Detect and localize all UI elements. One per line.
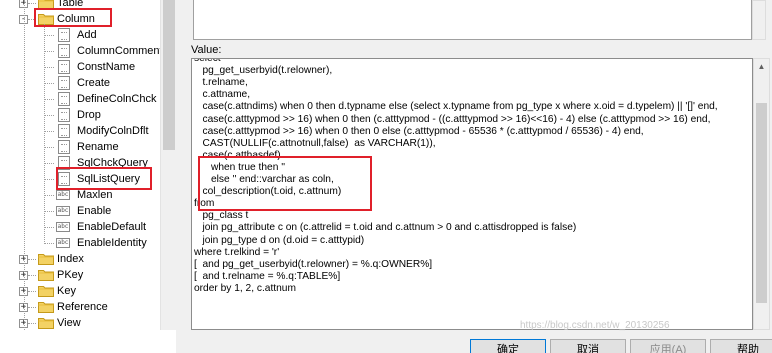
highlight-sqllistquery bbox=[56, 167, 152, 190]
code-line: join pg_type d on (d.oid = c.atttypid) bbox=[194, 234, 365, 246]
tree-item-label: ColumnComment bbox=[77, 45, 163, 57]
tree-item-label: View bbox=[57, 317, 81, 329]
tree-connector bbox=[28, 275, 36, 276]
tree-connector bbox=[44, 131, 54, 132]
code-line: pg_class t bbox=[194, 210, 249, 222]
code-line: case(c.attndims) when 0 then d.typname e… bbox=[194, 101, 718, 113]
document-icon bbox=[58, 124, 70, 138]
code-line: order by 1, 2, c.attnum bbox=[194, 282, 296, 294]
tree-item-label: DefineColnChck bbox=[77, 93, 157, 105]
tree-connector bbox=[28, 259, 36, 260]
folder-icon bbox=[38, 269, 54, 281]
document-icon bbox=[58, 44, 70, 58]
tree-scrollbar-thumb[interactable] bbox=[163, 0, 175, 150]
tree-connector bbox=[44, 163, 54, 164]
value-scrollbar-thumb[interactable] bbox=[756, 103, 767, 303]
tree-item-label: ModifyColnDflt bbox=[77, 125, 149, 137]
document-icon bbox=[58, 140, 70, 154]
tree-item-label: Key bbox=[57, 285, 76, 297]
ok-button[interactable]: 确定 bbox=[470, 339, 546, 353]
text-property-icon: abc bbox=[56, 190, 70, 200]
tree-item-label: Index bbox=[57, 253, 84, 265]
watermark: https://blog.csdn.net/w_20130256 bbox=[520, 320, 670, 331]
folder-icon bbox=[38, 253, 54, 265]
tree-connector bbox=[28, 323, 36, 324]
code-line: CAST(NULLIF(c.attnotnull,false) as VARCH… bbox=[194, 137, 436, 149]
tree-connector bbox=[28, 291, 36, 292]
code-line: c.attname, bbox=[194, 89, 251, 101]
tree-connector bbox=[44, 67, 54, 68]
tree-connector bbox=[44, 35, 54, 36]
tree-item-label: PKey bbox=[57, 269, 84, 281]
folder-icon bbox=[38, 285, 54, 297]
value-label: Value: bbox=[191, 44, 222, 56]
tree-connector bbox=[44, 195, 54, 196]
document-icon bbox=[58, 28, 70, 42]
tree-connector bbox=[28, 3, 36, 4]
tree-connector bbox=[28, 307, 36, 308]
tree-item-label: EnableDefault bbox=[77, 221, 147, 233]
highlight-case-block bbox=[198, 156, 372, 211]
text-property-icon: abc bbox=[56, 238, 70, 248]
document-icon bbox=[58, 92, 70, 106]
tree-connector bbox=[44, 179, 54, 180]
template-tree[interactable]: + Table - Column Add ColumnComment ConstName Cr… bbox=[0, 0, 176, 353]
code-line: t.relname, bbox=[194, 77, 248, 89]
tree-connector bbox=[24, 0, 25, 330]
code-line: pg_get_userbyid(t.relowner), bbox=[194, 65, 333, 77]
comment-scrollbar[interactable] bbox=[752, 0, 766, 40]
code-line: where t.relkind = 'r' bbox=[194, 246, 280, 258]
value-textarea[interactable]: select pg_get_userbyid(t.relowner), t.re… bbox=[191, 58, 753, 330]
tree-item-label: Enable bbox=[77, 205, 112, 217]
tree-connector bbox=[44, 24, 45, 244]
value-scrollbar[interactable]: ▲ bbox=[753, 58, 770, 330]
text-property-icon: abc bbox=[56, 206, 70, 216]
tree-connector bbox=[44, 211, 54, 212]
tree-item-label: Rename bbox=[77, 141, 119, 153]
scroll-up-arrow-icon[interactable]: ▲ bbox=[754, 59, 769, 74]
code-line: select bbox=[194, 58, 221, 64]
text-property-icon: abc bbox=[56, 222, 70, 232]
code-line: case(c.atttypmod >> 16) when 0 then (c.a… bbox=[194, 113, 711, 125]
document-icon bbox=[58, 108, 70, 122]
tree-item-label: EnableIdentity bbox=[77, 237, 147, 249]
apply-button[interactable]: 应用(A) bbox=[630, 339, 706, 353]
tree-connector bbox=[44, 243, 54, 244]
document-icon bbox=[58, 76, 70, 90]
tree-item-label: Add bbox=[77, 29, 97, 41]
tree-scrollbar[interactable] bbox=[160, 0, 176, 330]
tree-item-label: Create bbox=[77, 77, 111, 89]
folder-icon bbox=[38, 301, 54, 313]
tree-connector bbox=[44, 115, 54, 116]
tree-item-label: ConstName bbox=[77, 61, 136, 73]
tree-item-label: Reference bbox=[57, 301, 108, 313]
code-line: case(c.atttypmod >> 16) when 0 then 0 el… bbox=[194, 125, 644, 137]
code-line: [ and t.relname = %.q:TABLE%] bbox=[194, 270, 341, 282]
code-line: [ and pg_get_userbyid(t.relowner) = %.q:… bbox=[194, 258, 433, 270]
tree-connector bbox=[44, 227, 54, 228]
folder-icon bbox=[38, 317, 54, 329]
tree-connector bbox=[44, 51, 54, 52]
document-icon bbox=[58, 60, 70, 74]
cancel-button[interactable]: 取消 bbox=[550, 339, 626, 353]
tree-connector bbox=[44, 99, 54, 100]
comment-textarea[interactable] bbox=[193, 0, 752, 40]
help-button[interactable]: 帮助 bbox=[710, 339, 772, 353]
code-line: join pg_attribute c on (c.attrelid = t.o… bbox=[194, 222, 577, 234]
properties-dialog: + Table - Column Add ColumnComment ConstName Cr… bbox=[0, 0, 772, 353]
tree-item-label: Drop bbox=[77, 109, 101, 121]
highlight-column-folder bbox=[34, 8, 112, 27]
tree-connector bbox=[44, 147, 54, 148]
tree-connector bbox=[44, 83, 54, 84]
